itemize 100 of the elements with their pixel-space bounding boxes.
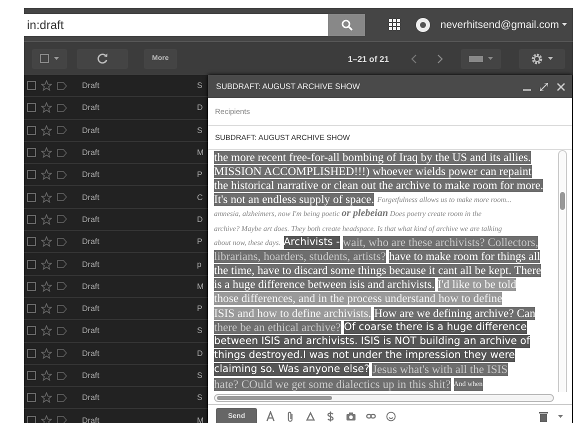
smiley-icon[interactable] [386,411,396,422]
subject-text: M [197,416,204,423]
next-page-icon[interactable] [437,54,443,64]
triangle-icon[interactable] [306,411,316,422]
highlighted-text: How are we defining archive? Can [374,306,536,320]
highlighted-text: have to make room for things all [388,250,540,263]
label-icon[interactable] [57,282,67,290]
camera-icon[interactable] [346,411,356,422]
checkbox-icon[interactable] [27,304,36,314]
label-icon[interactable] [57,326,67,335]
message-row[interactable]: Draft S [24,364,208,388]
checkbox-icon[interactable] [27,237,36,246]
star-icon[interactable] [41,280,52,292]
message-row[interactable]: Draft S [24,387,208,410]
star-icon[interactable] [41,414,52,423]
checkbox-icon[interactable] [27,393,36,402]
checkbox-icon[interactable] [27,326,36,336]
star-icon[interactable] [41,102,52,114]
label-icon[interactable] [57,304,67,313]
sender-text: Draft [82,214,100,224]
checkbox-icon[interactable] [27,148,36,158]
highlighted-text: the more recent free-for-all bombing of Iraq by the US and its allies. [214,150,531,164]
sender-text: Draft [82,126,100,135]
star-icon[interactable] [41,124,52,136]
highlighted-text: hate? COuld we get some dialectics up in this shit? [214,378,451,391]
checkbox-icon[interactable] [27,214,36,224]
star-icon[interactable] [41,348,52,359]
caret-icon[interactable] [562,23,567,26]
checkbox-icon[interactable] [27,371,36,380]
star-icon[interactable] [41,147,52,158]
label-icon[interactable] [57,193,67,202]
search-button[interactable] [328,14,366,36]
checkbox-icon[interactable] [27,126,36,135]
text-format-icon[interactable] [266,411,276,422]
message-row[interactable]: Draft S [24,320,208,343]
settings-button[interactable] [519,48,565,68]
message-row[interactable]: Draft M [24,276,208,298]
label-icon[interactable] [57,394,67,402]
refresh-button[interactable] [77,48,128,68]
label-icon[interactable] [57,349,67,358]
star-icon[interactable] [41,236,52,248]
checkbox-icon[interactable] [27,416,36,423]
message-row[interactable]: Draft P [24,298,208,320]
checkbox-icon[interactable] [27,170,36,180]
label-icon[interactable] [57,82,67,90]
caret-icon[interactable] [558,415,563,418]
message-row[interactable]: Draft S [24,120,208,142]
message-row[interactable]: Draft P [24,231,208,254]
label-icon[interactable] [57,126,67,134]
label-icon[interactable] [57,238,67,246]
label-icon[interactable] [57,215,67,224]
sender-text: Draft [82,148,100,158]
star-icon[interactable] [41,214,52,225]
message-row[interactable]: Draft P [24,164,208,186]
select-dropdown[interactable] [32,48,67,68]
label-icon[interactable] [57,170,67,179]
star-icon[interactable] [41,325,52,336]
star-icon[interactable] [41,169,52,180]
message-row[interactable]: Draft M [24,142,208,164]
star-icon[interactable] [41,258,52,270]
view-menu-button[interactable] [461,48,501,68]
star-icon[interactable] [41,80,52,92]
star-icon[interactable] [41,392,52,404]
label-icon[interactable] [57,148,67,157]
subject-text: S [197,126,202,135]
message-row[interactable]: Draft C [24,186,208,209]
label-icon[interactable] [57,372,67,380]
trash-icon[interactable] [539,411,548,422]
message-row[interactable]: Draft D [24,208,208,232]
message-row[interactable]: Draft S [24,75,208,98]
label-icon[interactable] [57,416,67,423]
account-email[interactable]: neverhitsend@gmail.com [440,18,559,30]
view-icon [469,56,483,62]
close-icon[interactable] [557,82,565,90]
horizontal-scrollbar[interactable] [214,394,554,402]
checkbox-icon[interactable] [27,103,36,112]
checkbox-icon[interactable] [27,81,36,90]
vertical-scrollbar[interactable] [558,150,567,392]
star-icon[interactable] [41,370,52,381]
checkbox-icon[interactable] [27,348,36,358]
settings-icon [531,52,543,64]
checkbox-icon[interactable] [27,282,36,291]
dollar-icon[interactable] [326,411,336,422]
sender-text: Draft [82,304,100,314]
avatar-icon[interactable] [416,18,430,32]
search-field[interactable]: in:draft [24,14,328,36]
label-icon[interactable] [57,104,67,112]
checkbox-icon[interactable] [27,192,36,202]
sender-text: Draft [82,416,100,423]
message-row[interactable]: Draft p [24,253,208,276]
subject-text: M [197,148,204,158]
apps-grid-icon[interactable] [389,19,400,30]
checkbox-icon[interactable] [27,260,36,269]
previous-page-icon[interactable] [411,54,417,64]
message-row[interactable]: Draft D [24,97,208,120]
star-icon[interactable] [41,192,52,203]
message-row[interactable]: Draft D [24,342,208,365]
expand-icon[interactable] [540,82,548,90]
label-icon[interactable] [57,260,67,268]
star-icon[interactable] [41,303,52,314]
